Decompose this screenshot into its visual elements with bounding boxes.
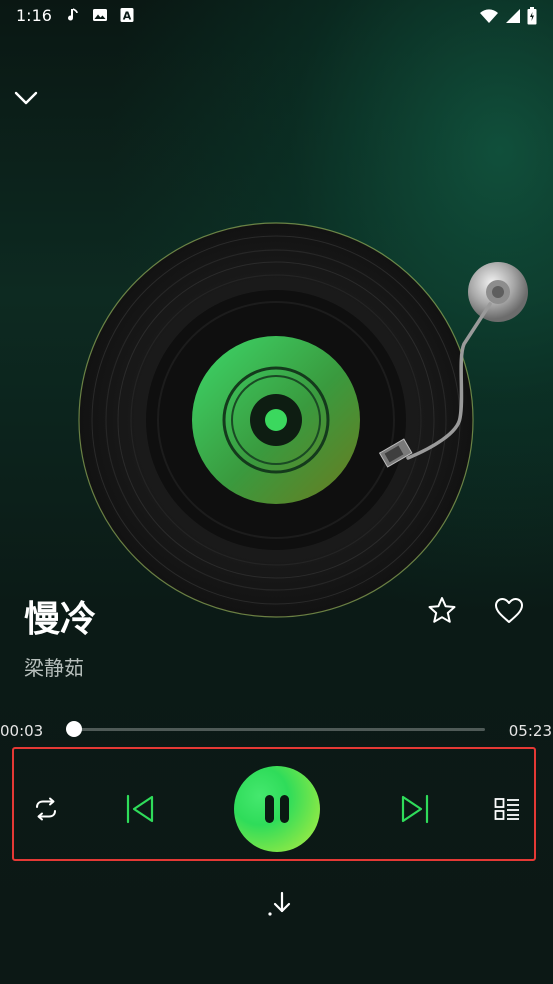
status-right-icons: [479, 7, 537, 25]
play-pause-button[interactable]: [234, 766, 320, 852]
status-bar: 1:16 A: [0, 0, 553, 32]
tonearm: [372, 258, 532, 488]
status-time: 1:16: [16, 6, 52, 25]
battery-icon: [527, 7, 537, 25]
next-button[interactable]: [397, 791, 433, 827]
signal-icon: [506, 9, 520, 23]
repeat-icon: [36, 797, 56, 821]
repeat-button[interactable]: [30, 793, 62, 825]
previous-button[interactable]: [122, 791, 158, 827]
tonearm-graphic: [378, 262, 528, 468]
progress-bar[interactable]: [66, 721, 485, 737]
wifi-icon: [480, 9, 498, 23]
download-button[interactable]: [266, 889, 296, 919]
song-title: 慢冷: [24, 599, 97, 640]
download-icon: [268, 891, 291, 916]
favorite-button[interactable]: [425, 594, 459, 628]
a-letter-icon: A: [120, 8, 134, 23]
status-left-icons: A: [64, 7, 134, 23]
total-time: 05:23: [508, 722, 552, 740]
svg-text:A: A: [123, 10, 132, 23]
playlist-icon: [494, 798, 519, 820]
pause-icon: [265, 795, 289, 823]
collapse-button[interactable]: [12, 84, 40, 112]
skip-next-icon: [401, 794, 429, 824]
star-icon: [428, 597, 456, 623]
elapsed-time: 00:03: [0, 722, 44, 740]
playlist-button[interactable]: [492, 794, 522, 824]
like-button[interactable]: [492, 594, 526, 628]
heart-icon: [495, 598, 523, 623]
progress-knob[interactable]: [66, 721, 83, 737]
image-icon: [93, 9, 107, 21]
skip-previous-icon: [126, 794, 154, 824]
artist-name[interactable]: 梁静茹: [24, 652, 84, 681]
music-note-icon: [68, 8, 78, 21]
chevron-down-icon: [14, 91, 38, 105]
